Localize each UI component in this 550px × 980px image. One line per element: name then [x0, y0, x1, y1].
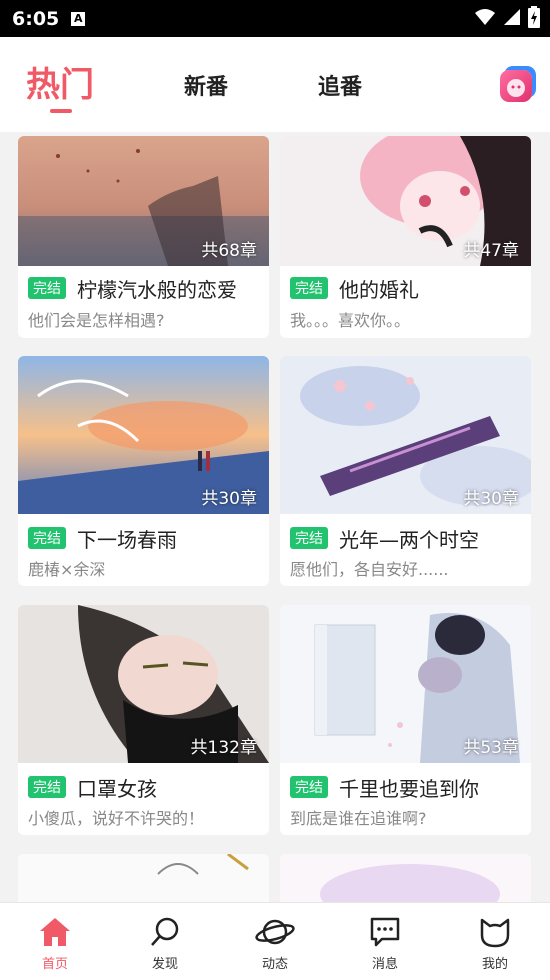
battery-icon: [528, 6, 540, 28]
status-icons: [474, 6, 540, 28]
user-avatar-icon[interactable]: [500, 70, 532, 102]
home-icon: [40, 918, 70, 946]
signal-icon: [504, 9, 520, 25]
comic-subtitle: 我。。。喜欢你。。: [290, 311, 411, 330]
comic-title: 千里也要追到你: [339, 777, 479, 801]
tab-active-indicator: [50, 109, 72, 113]
comic-subtitle: 到底是谁在追谁啊?: [290, 809, 427, 828]
comic-card[interactable]: 共132章 完结 口罩女孩 小傻瓜，说好不许哭的！: [18, 605, 269, 835]
nav-mine[interactable]: 我的: [440, 903, 550, 980]
comic-card[interactable]: 共53章 完结 千里也要追到你 到底是谁在追谁啊?: [280, 605, 531, 835]
notification-icon: A: [71, 11, 86, 26]
top-tab-bar: 热门 新番 追番: [0, 37, 550, 132]
comic-card[interactable]: 共30章 完结 光年—两个时空 愿他们，各自安好......: [280, 356, 531, 586]
bottom-nav: 首页 发现 动态 消息 我的: [0, 902, 550, 980]
comic-title: 他的婚礼: [339, 278, 419, 302]
nav-messages[interactable]: 消息: [330, 903, 440, 980]
comic-cover-image: [280, 854, 531, 902]
comic-card[interactable]: 共47章 完结 他的婚礼 我。。。喜欢你。。: [280, 136, 531, 338]
comic-card[interactable]: 共68章 完结 柠檬汽水般的恋爱 他们会是怎样相遇?: [18, 136, 269, 338]
comic-title: 柠檬汽水般的恋爱: [77, 278, 237, 302]
comic-subtitle: 小傻瓜，说好不许哭的！: [28, 809, 205, 828]
status-bar: 6:05 A: [0, 0, 550, 37]
chapter-count: 共47章: [463, 241, 519, 261]
tab-hot[interactable]: 热门: [26, 57, 94, 106]
comic-title: 下一场春雨: [77, 528, 177, 552]
comic-cover-image: [18, 854, 269, 902]
message-icon: [370, 917, 400, 947]
cat-profile-icon: [480, 918, 510, 948]
wifi-icon: [475, 9, 495, 25]
chapter-count: 共30章: [463, 489, 519, 509]
comic-title: 光年—两个时空: [339, 528, 479, 552]
comic-feed[interactable]: 共68章 完结 柠檬汽水般的恋爱 他们会是怎样相遇? 共47章 完结 他的婚礼 …: [0, 132, 550, 902]
nav-discover[interactable]: 发现: [110, 903, 220, 980]
chapter-count: 共132章: [190, 738, 257, 758]
chapter-count: 共30章: [201, 489, 257, 509]
nav-label: 我的: [481, 957, 508, 972]
chapter-count: 共68章: [201, 241, 257, 261]
nav-label: 消息: [371, 957, 398, 972]
status-badge: 完结: [28, 277, 66, 299]
comic-title: 口罩女孩: [77, 777, 157, 801]
nav-label: 发现: [151, 957, 178, 972]
comic-subtitle: 他们会是怎样相遇?: [28, 311, 165, 330]
nav-home[interactable]: 首页: [0, 903, 110, 980]
status-badge: 完结: [28, 527, 66, 549]
status-badge: 完结: [290, 776, 328, 798]
nav-feed[interactable]: 动态: [220, 903, 330, 980]
comic-card[interactable]: [280, 854, 531, 902]
tab-new[interactable]: 新番: [184, 69, 228, 101]
nav-label: 动态: [261, 957, 288, 972]
comic-card[interactable]: 共30章 完结 下一场春雨 鹿椿×余深: [18, 356, 269, 586]
status-time: 6:05: [12, 7, 60, 30]
status-badge: 完结: [28, 776, 66, 798]
search-icon: [151, 917, 179, 946]
planet-icon: [255, 919, 295, 945]
tab-follow[interactable]: 追番: [318, 69, 362, 101]
comic-subtitle: 愿他们，各自安好......: [290, 560, 449, 579]
status-badge: 完结: [290, 527, 328, 549]
chapter-count: 共53章: [463, 738, 519, 758]
comic-subtitle: 鹿椿×余深: [28, 560, 106, 579]
status-badge: 完结: [290, 277, 328, 299]
nav-label: 首页: [41, 957, 68, 972]
comic-card[interactable]: [18, 854, 269, 902]
